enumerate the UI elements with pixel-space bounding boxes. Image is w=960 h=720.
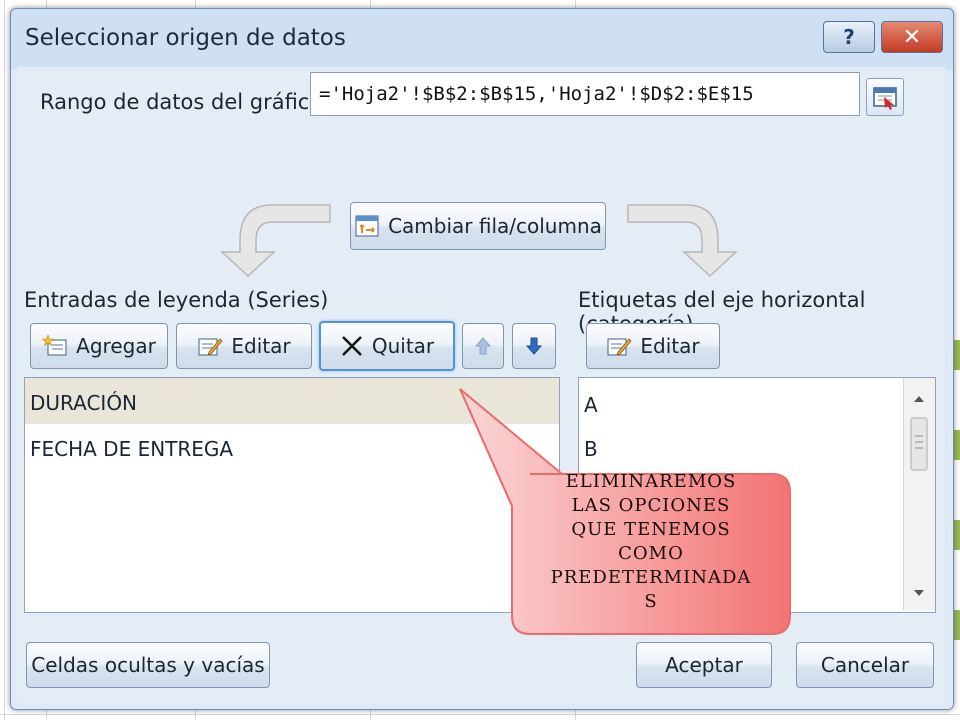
callout-line: LAS OPCIONES <box>571 495 731 516</box>
callout-line: ELIMINAREMOS <box>565 471 737 492</box>
callout-line: QUE TENEMOS <box>571 519 731 540</box>
callout-line: S <box>644 591 658 612</box>
callout-line: COMO <box>618 543 684 564</box>
callout-text: ELIMINAREMOS LAS OPCIONES QUE TENEMOS CO… <box>514 470 788 632</box>
callout-line: PREDETERMINADA <box>550 567 752 588</box>
callout-shape <box>459 388 791 635</box>
